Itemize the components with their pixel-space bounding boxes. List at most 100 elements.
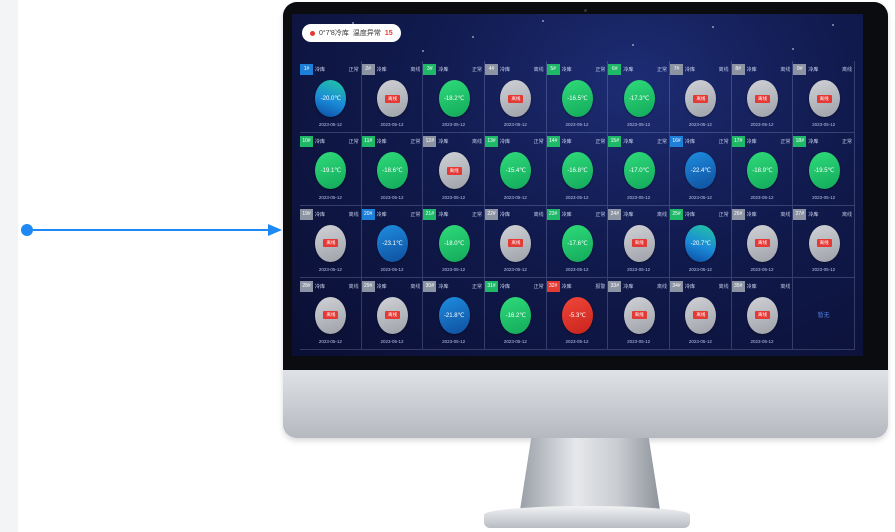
- cell-tag: 3#: [423, 64, 437, 75]
- cell-header: 25# 冷库 正常: [670, 208, 729, 220]
- temperature-disc: -23.1℃: [376, 224, 408, 262]
- temperature-disc: -18.9℃: [746, 152, 778, 190]
- cell-tag: 16#: [670, 136, 683, 148]
- cell-tag: 14#: [546, 136, 560, 148]
- storage-cell[interactable]: 31# 冷库 正常 -16.2℃ 2023-05-12: [485, 277, 547, 350]
- storage-cell[interactable]: 6# 冷库 正常 -17.3℃ 2023-05-12: [608, 61, 670, 134]
- storage-cell[interactable]: 29# 冷库 离线 离线 2023-05-12: [361, 277, 424, 350]
- cell-name: 冷库: [376, 283, 387, 290]
- cell-tag: 35#: [731, 280, 745, 292]
- cell-tag: 17#: [731, 136, 745, 148]
- temperature-value: 离线: [323, 311, 339, 320]
- cell-name: 冷库: [561, 283, 572, 290]
- temperature-value: -22.4℃: [690, 168, 712, 175]
- storage-cell[interactable]: 1# 冷库 正常 -20.0℃ 2023-05-12: [300, 61, 362, 134]
- temperature-disc: -18.0℃: [438, 224, 470, 262]
- cell-footer: 2023-05-12: [688, 194, 712, 200]
- cell-name: 冷库: [561, 67, 572, 73]
- storage-cell[interactable]: 8# 冷库 离线 离线 2023-05-12: [731, 61, 794, 134]
- cell-footer: 2023-05-12: [380, 194, 404, 200]
- storage-cell[interactable]: 26# 冷库 离线 离线 2023-05-12: [731, 205, 794, 278]
- cell-footer: 2023-05-12: [318, 122, 342, 128]
- cell-name: 冷库: [623, 139, 634, 146]
- temperature-disc: -21.8℃: [438, 296, 470, 334]
- storage-cell[interactable]: 22# 冷库 离线 离线 2023-05-12: [485, 205, 547, 278]
- temperature-value: -18.2℃: [443, 96, 465, 102]
- cell-state: 离线: [348, 211, 359, 218]
- temperature-disc: 离线: [623, 224, 655, 262]
- cell-name: 冷库: [438, 211, 449, 218]
- cell-name: 冷库: [746, 67, 757, 73]
- cell-footer: 2023-05-12: [688, 339, 712, 344]
- temperature-disc: -17.6℃: [561, 224, 593, 262]
- cell-tag: 33#: [608, 280, 622, 292]
- temperature-value: -18.6℃: [382, 168, 403, 175]
- temperature-disc: -19.1℃: [315, 152, 347, 190]
- storage-cell[interactable]: 2# 冷库 离线 离线 2023-05-12: [361, 61, 424, 134]
- monitor-stand-neck: [520, 438, 660, 510]
- storage-cell[interactable]: 28# 冷库 离线 离线 2023-05-12: [300, 277, 362, 350]
- cell-header: 33# 冷库 离线: [608, 280, 667, 292]
- storage-cell[interactable]: 18# 冷库 正常 -19.5℃ 2023-05-12: [793, 133, 855, 206]
- storage-cell[interactable]: 12# 冷库 离线 离线 2023-05-12: [423, 133, 485, 206]
- storage-cell[interactable]: 暂无: [793, 277, 855, 350]
- cell-name: 冷库: [685, 67, 696, 73]
- storage-cell[interactable]: 17# 冷库 正常 -18.9℃ 2023-05-12: [731, 133, 794, 206]
- storage-cell[interactable]: 24# 冷库 离线 离线 2023-05-12: [608, 205, 670, 278]
- storage-cell[interactable]: 15# 冷库 正常 -17.0℃ 2023-05-12: [608, 133, 670, 206]
- storage-cell[interactable]: 14# 冷库 正常 -16.8℃ 2023-05-12: [546, 133, 609, 206]
- storage-cell[interactable]: 13# 冷库 正常 -15.4℃ 2023-05-12: [485, 133, 547, 206]
- storage-cell[interactable]: 5# 冷库 正常 -16.5℃ 2023-05-12: [546, 61, 609, 134]
- cell-header: 26# 冷库 离线: [731, 208, 790, 220]
- page: 0°7'8冷库 温度异常 15 1# 冷库 正常 -20.0℃ 2023-05-12 2#…: [0, 0, 895, 532]
- storage-cell[interactable]: 32# 冷库 报警 -5.3℃ 2023-05-12: [546, 277, 609, 350]
- temperature-disc: 离线: [500, 224, 532, 262]
- cell-header: 2# 冷库 离线: [361, 64, 420, 75]
- temperature-value: 离线: [816, 239, 832, 247]
- cell-state: 离线: [410, 283, 421, 290]
- cell-header: 20# 冷库 正常: [361, 208, 420, 220]
- temperature-value: 离线: [754, 239, 770, 247]
- storage-cell[interactable]: 7# 冷库 离线 离线 2023-05-12: [670, 61, 732, 134]
- cell-header: 23# 冷库 正常: [546, 208, 605, 220]
- storage-cell[interactable]: 34# 冷库 离线 离线 2023-05-12: [670, 277, 732, 350]
- temperature-disc: -22.4℃: [685, 152, 717, 190]
- storage-cell[interactable]: 10# 冷库 正常 -19.1℃ 2023-05-12: [300, 133, 362, 206]
- cell-name: 冷库: [808, 211, 819, 218]
- cell-name: 冷库: [746, 283, 757, 290]
- connector-dot: [21, 224, 33, 236]
- cell-name: 冷库: [623, 283, 634, 290]
- storage-cell[interactable]: 35# 冷库 离线 离线 2023-05-12: [731, 277, 794, 350]
- cell-header: 29# 冷库 离线: [361, 280, 421, 292]
- cell-name: 冷库: [561, 139, 572, 146]
- temperature-value: -21.8℃: [443, 312, 465, 319]
- cell-header: 12# 冷库 离线: [423, 136, 482, 148]
- storage-cell[interactable]: 25# 冷库 正常 -20.7℃ 2023-05-12: [670, 205, 732, 278]
- cell-header: 1# 冷库 正常: [300, 64, 359, 75]
- storage-cell[interactable]: 19# 冷库 离线 离线 2023-05-12: [300, 205, 362, 278]
- storage-cell[interactable]: 11# 冷库 正常 -18.6℃ 2023-05-12: [361, 133, 424, 206]
- title-prefix: 0°7'8冷库: [319, 30, 349, 37]
- cell-footer: 2023-05-12: [627, 266, 651, 272]
- storage-cell[interactable]: 4# 冷库 离线 离线 2023-05-12: [485, 61, 547, 134]
- storage-cell[interactable]: 30# 冷库 正常 -21.8℃ 2023-05-12: [423, 277, 485, 350]
- storage-cell[interactable]: 9# 冷库 离线 离线 2023-05-12: [793, 61, 855, 134]
- monitor-stand-base: [484, 506, 690, 528]
- storage-cell[interactable]: 23# 冷库 正常 -17.6℃ 2023-05-12: [546, 205, 609, 278]
- storage-cell[interactable]: 21# 冷库 正常 -18.0℃ 2023-05-12: [423, 205, 485, 278]
- storage-cell[interactable]: 3# 冷库 正常 -18.2℃ 2023-05-12: [423, 61, 485, 134]
- cell-footer: 2023-05-12: [750, 194, 774, 200]
- cell-tag: 30#: [423, 280, 437, 292]
- temperature-disc: 离线: [315, 224, 347, 262]
- storage-cell[interactable]: 20# 冷库 正常 -23.1℃ 2023-05-12: [361, 205, 424, 278]
- temperature-value: -5.3℃: [568, 312, 587, 319]
- temperature-disc: -17.3℃: [623, 80, 655, 117]
- cell-state: 离线: [841, 211, 852, 218]
- storage-cell[interactable]: 16# 冷库 正常 -22.4℃ 2023-05-12: [670, 133, 732, 206]
- cell-tag: 22#: [485, 208, 498, 220]
- cell-state: 正常: [533, 139, 544, 146]
- temperature-value: 离线: [631, 239, 647, 247]
- cell-footer: 2023-05-12: [318, 339, 342, 344]
- storage-cell[interactable]: 33# 冷库 离线 离线 2023-05-12: [608, 277, 670, 350]
- storage-cell[interactable]: 27# 冷库 离线 离线 2023-05-12: [793, 205, 855, 278]
